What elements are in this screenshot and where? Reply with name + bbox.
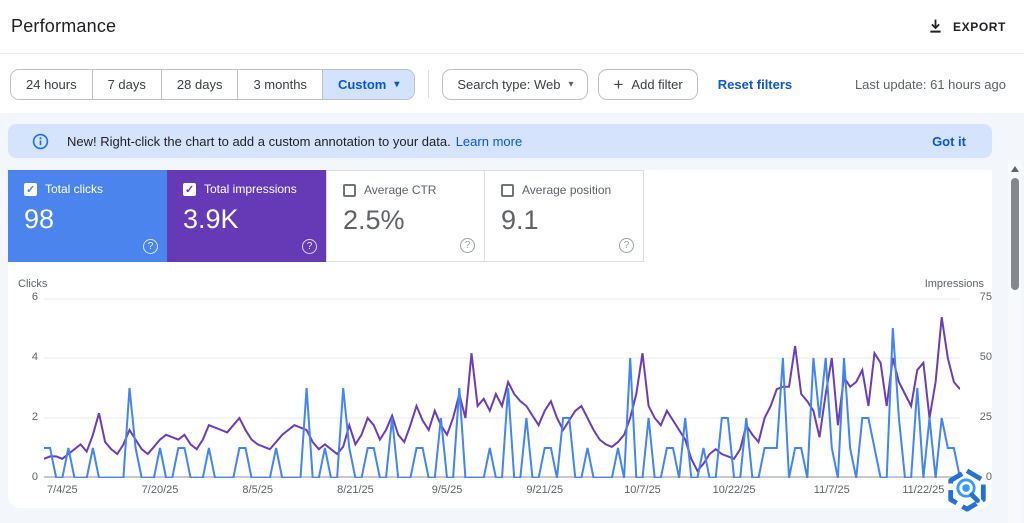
date-range-group: 24 hours 7 days 28 days 3 months Custom … [10,68,416,100]
search-type-label: Search type: Web [457,76,561,92]
metric-card[interactable]: Average position 9.1 ? [485,170,644,262]
metric-value: 3.9K [183,204,239,234]
vertical-scrollbar[interactable] [1008,160,1021,523]
metric-checkbox[interactable]: ✓ [24,182,37,196]
metric-checkbox[interactable] [343,183,356,197]
y-axis-tick-label: 50 [979,351,992,363]
date-range-24-hours[interactable]: 24 hours [11,69,93,99]
filter-toolbar: 24 hours 7 days 28 days 3 months Custom … [0,55,1024,113]
last-update-text: Last update: 61 hours ago [854,76,1006,92]
x-axis-tick-label: 8/21/25 [337,484,374,496]
performance-panel: ✓ Total clicks 98 ? ✓ Total impressions … [8,170,992,508]
export-label: EXPORT [953,19,1006,34]
metric-label: Total clicks [45,182,104,196]
help-icon[interactable]: ? [143,239,158,254]
search-type-dropdown[interactable]: Search type: Web ▾ [442,68,589,100]
x-axis-tick-label: 7/4/25 [47,484,78,496]
x-axis-labels: 7/4/25 7/20/25 8/5/25 8/21/25 9/5/25 9/21/25 1… [8,484,992,500]
chevron-down-icon: ▾ [568,78,574,90]
x-axis-tick-label: 7/20/25 [141,484,179,496]
magnifier-badge-icon [948,468,986,512]
metric-value: 98 [24,204,55,234]
page-header: Performance EXPORT [0,0,1024,54]
page-title: Performance [11,16,117,36]
y-axis-tick-label: 6 [31,291,38,303]
x-axis-tick-label: 9/5/25 [431,484,463,496]
help-icon[interactable]: ? [460,238,475,253]
y-axis-tick-label: 4 [31,351,38,363]
y-axis-tick-label: 2 [31,411,38,423]
metric-checkbox[interactable]: ✓ [183,182,196,196]
plus-icon: + [613,74,624,94]
help-icon[interactable]: ? [302,239,317,254]
chart-plot[interactable] [44,298,960,478]
x-axis-tick-label: 11/7/25 [813,484,850,496]
y-axis-tick-label: 25 [979,411,992,423]
x-axis-tick-label: 9/21/25 [526,484,564,496]
x-axis-tick-label: 8/5/25 [242,484,274,496]
learn-more-link[interactable]: Learn more [456,134,522,149]
add-filter-button[interactable]: + Add filter [598,68,698,100]
download-icon [930,19,941,33]
metric-value: 9.1 [501,205,539,235]
metric-card[interactable]: ✓ Total clicks 98 ? [8,170,167,262]
metric-card[interactable]: ✓ Total impressions 3.9K ? [167,170,326,262]
chevron-down-icon: ▾ [394,78,400,90]
date-range-3-months[interactable]: 3 months [238,69,323,99]
date-range-7-days[interactable]: 7 days [92,69,162,99]
annotation-banner: New! Right-click the chart to add a cust… [8,124,992,158]
x-axis-tick-label: 10/7/25 [624,484,661,496]
metric-label: Total impressions [204,182,297,196]
y-axis-tick-label: 75 [979,291,992,303]
extension-badge[interactable] [944,467,990,513]
got-it-button[interactable]: Got it [932,134,966,149]
date-range-custom[interactable]: Custom ▾ [322,69,415,99]
y-axis-tick-label: 0 [31,471,38,483]
scrollbar-thumb[interactable] [1010,178,1019,290]
toolbar-divider [428,70,430,98]
metric-label: Average position [522,183,612,197]
x-axis-tick-label: 10/22/25 [712,484,756,496]
info-icon [32,133,49,149]
reset-filters-link[interactable]: Reset filters [718,77,792,92]
export-button[interactable]: EXPORT [927,18,1006,35]
metric-label: Average CTR [364,183,437,197]
metric-cards-row: ✓ Total clicks 98 ? ✓ Total impressions … [8,170,644,262]
add-filter-label: Add filter [631,76,683,92]
right-axis-title: Impressions [924,278,984,290]
date-range-28-days[interactable]: 28 days [161,69,239,99]
metric-value: 2.5% [343,205,405,235]
custom-label: Custom [337,76,387,92]
x-axis-tick-label: 11/22/25 [902,484,945,496]
metric-checkbox[interactable] [501,183,514,197]
scroll-up-arrow-icon[interactable] [1010,166,1019,172]
banner-message: New! Right-click the chart to add a cust… [67,133,451,149]
left-axis-title: Clicks [18,278,48,290]
metric-card[interactable]: Average CTR 2.5% ? [326,170,485,262]
help-icon[interactable]: ? [619,238,634,253]
